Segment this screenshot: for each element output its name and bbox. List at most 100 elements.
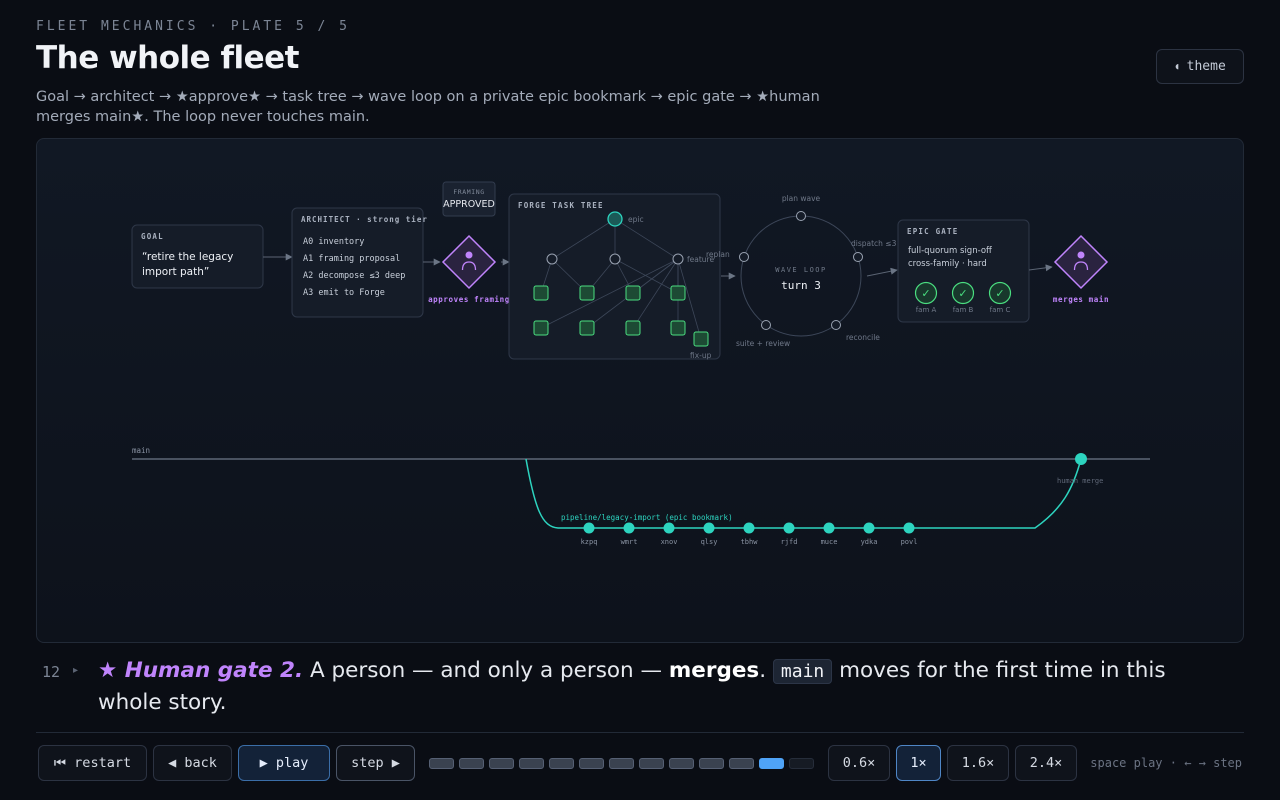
commit-dot — [703, 522, 715, 534]
progress-step-2[interactable] — [459, 758, 484, 769]
tree-task-node — [625, 285, 641, 301]
speed-button-0.6x[interactable]: 0.6× — [828, 745, 890, 781]
wave-dispatch-label: dispatch ≤3 — [851, 239, 897, 248]
commit-dot — [823, 522, 835, 534]
progress-step-1[interactable] — [429, 758, 454, 769]
progress-step-3[interactable] — [489, 758, 514, 769]
architect-item-1: A1 framing proposal — [303, 254, 400, 264]
commit-label: ydka — [861, 538, 878, 546]
play-button[interactable]: ▶ play — [238, 745, 330, 781]
architect-item-2: A2 decompose ≤3 deep — [303, 271, 405, 281]
wave-loop-ring — [740, 215, 862, 337]
commit-label: povl — [901, 538, 918, 546]
caption-text-b: . — [759, 658, 773, 683]
step-number: 12 — [42, 663, 61, 681]
wave-stage-replan — [739, 252, 749, 262]
framing-approved-badge: FRAMING APPROVED — [442, 181, 496, 217]
commit-dots: kzpq wmrt xnov qlsy tbhw rjfd muce ydka povl — [581, 522, 918, 546]
family-label-a: fam A — [916, 306, 937, 314]
plate-eyebrow: FLEET MECHANICS · PLATE 5 / 5 — [36, 19, 350, 34]
wave-reconcile-label: reconcile — [846, 333, 880, 342]
progress-step-5[interactable] — [549, 758, 574, 769]
approve-caption: approves framing — [428, 295, 510, 304]
wave-loop: WAVE LOOP turn 3 plan wave dispatch ≤3 r… — [706, 194, 897, 348]
goal-label: GOAL — [141, 232, 164, 241]
commit-label: muce — [821, 538, 838, 546]
family-label-c: fam C — [990, 306, 1011, 314]
tree-feature-node — [672, 253, 684, 265]
branch-graph: main pipeline/legacy-import (epic bookma… — [132, 446, 1150, 546]
page-subtitle: Goal → architect → ★approve★ → task tree… — [36, 89, 820, 125]
progress-step-12[interactable] — [759, 758, 784, 769]
wave-loop-turn: turn 3 — [781, 279, 821, 292]
commit-dot — [863, 522, 875, 534]
wave-suite-label: suite + review — [736, 339, 790, 348]
progress-step-11[interactable] — [729, 758, 754, 769]
caption-highlight: ★ Human gate 2. — [98, 658, 304, 683]
commit-label: wmrt — [621, 538, 638, 546]
commit-label: tbhw — [741, 538, 759, 546]
speed-button-2.4x[interactable]: 2.4× — [1015, 745, 1077, 781]
tree-feature-node — [609, 253, 621, 265]
tree-task-node — [625, 320, 641, 336]
goal-text-line1: “retire the legacy — [142, 251, 233, 263]
wave-stage-plan — [796, 211, 806, 221]
step-arrow-icon: ▸ — [73, 665, 79, 676]
human-merge-label: human merge — [1057, 477, 1103, 485]
progress-step-7[interactable] — [609, 758, 634, 769]
person-icon-head — [1077, 251, 1085, 259]
tree-fixup-node — [693, 331, 709, 347]
speed-button-1x[interactable]: 1× — [896, 745, 941, 781]
tree-task-node — [533, 320, 549, 336]
commit-label: qlsy — [701, 538, 718, 546]
wave-plan-label: plan wave — [782, 194, 821, 203]
tree-fixup-label: fix-up — [690, 351, 712, 360]
goal-node: GOAL “retire the legacy import path” — [131, 224, 264, 289]
epic-gate-line2: cross-family · hard — [908, 259, 987, 269]
progress-step-13[interactable] — [789, 758, 814, 769]
progress-step-9[interactable] — [669, 758, 694, 769]
commit-label: rjfd — [781, 538, 798, 546]
checkmark-icon: ✓ — [921, 287, 930, 300]
restart-button[interactable]: ⏮ restart — [38, 745, 147, 781]
arrow-gate-merge — [1028, 264, 1053, 272]
merge-caption: merges main — [1053, 295, 1109, 304]
caption-bold: merges — [668, 658, 760, 683]
task-tree-label: FORGE TASK TREE — [518, 201, 604, 210]
tree-task-node — [670, 285, 686, 301]
bookmark-label: pipeline/legacy-import (epic bookmark) — [561, 513, 733, 522]
commit-dot — [783, 522, 795, 534]
tree-epic-node — [607, 211, 623, 227]
page-title: The whole fleet — [36, 40, 299, 76]
commit-dot — [743, 522, 755, 534]
fleet-diagram: GOAL “retire the legacy import path” ARC… — [131, 181, 1150, 546]
framing-badge-top: FRAMING — [453, 188, 485, 196]
speed-button-1.6x[interactable]: 1.6× — [947, 745, 1009, 781]
step-button[interactable]: step ▶ — [336, 745, 415, 781]
commit-label: xnov — [661, 538, 678, 546]
tree-epic-label: epic — [628, 215, 644, 224]
commit-dot — [663, 522, 675, 534]
tree-task-node — [670, 320, 686, 336]
wave-stage-suite — [761, 320, 771, 330]
commit-dot — [903, 522, 915, 534]
controls-divider — [36, 732, 1244, 733]
commit-dot — [623, 522, 635, 534]
caption-code: main — [772, 659, 833, 684]
progress-step-6[interactable] — [579, 758, 604, 769]
progress-step-4[interactable] — [519, 758, 544, 769]
human-merge-gate: merges main — [1053, 234, 1109, 304]
half-moon-icon: ◖ — [1174, 61, 1180, 72]
theme-button-label: theme — [1186, 59, 1226, 74]
progress-step-10[interactable] — [699, 758, 724, 769]
tree-task-node — [579, 285, 595, 301]
person-icon-head — [465, 251, 473, 259]
goal-text-line2: import path” — [142, 266, 209, 278]
wave-stage-reconcile — [831, 320, 841, 330]
step-progress — [429, 758, 814, 769]
theme-button[interactable]: ◖ theme — [1156, 49, 1244, 84]
commit-label: kzpq — [581, 538, 598, 546]
back-button[interactable]: ◀ back — [153, 745, 232, 781]
progress-step-8[interactable] — [639, 758, 664, 769]
architect-label: ARCHITECT · strong tier — [301, 215, 428, 224]
